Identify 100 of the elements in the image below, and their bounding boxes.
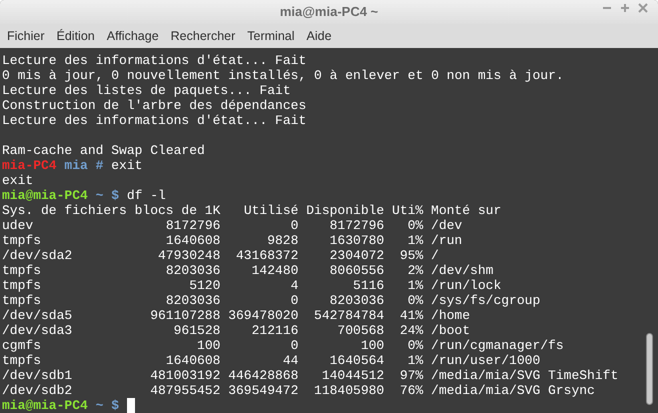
usage-cell: 2% <box>408 263 424 278</box>
available-cell: 8203036 <box>330 293 384 308</box>
filesystem-cell: /dev/sda3 <box>2 323 72 338</box>
blocks-cell: 8203036 <box>166 263 220 278</box>
available-cell: 100 <box>360 338 384 353</box>
available-cell: 542784784 <box>314 308 384 323</box>
blocks-cell: 487955452 <box>150 383 220 398</box>
usage-cell: 24% <box>400 323 424 338</box>
filesystem-cell: /dev/sdb1 <box>2 368 72 383</box>
menu-item[interactable]: Édition <box>50 24 101 48</box>
blocks-cell: 47930248 <box>158 248 220 263</box>
mount-cell: /run/cgmanager/fs <box>431 338 564 353</box>
filesystem-cell: /dev/sdb2 <box>2 383 72 398</box>
prompt-symbol: $ <box>111 398 120 413</box>
output-line: Lecture des informations d'état... Fait <box>2 113 306 128</box>
blocks-cell: 1640608 <box>166 233 220 248</box>
mount-cell: /sys/fs/cgroup <box>431 293 540 308</box>
menu-item[interactable]: Terminal <box>241 24 301 48</box>
menu-item[interactable]: Affichage <box>100 24 165 48</box>
usage-cell: 0% <box>408 338 424 353</box>
mount-cell: / <box>431 248 439 263</box>
usage-cell: 41% <box>400 308 424 323</box>
filesystem-cell: tmpfs <box>2 278 42 293</box>
usage-cell: 1% <box>408 353 424 368</box>
command-text: exit <box>111 158 142 173</box>
available-cell: 1640564 <box>330 353 384 368</box>
filesystem-cell: tmpfs <box>2 293 42 308</box>
scrollbar-thumb[interactable] <box>646 333 652 405</box>
blocks-cell: 481003192 <box>150 368 220 383</box>
filesystem-cell: /dev/sda5 <box>2 308 72 323</box>
used-cell: 0 <box>290 293 298 308</box>
mount-cell: /dev <box>431 218 462 233</box>
mount-cell: /boot <box>431 323 470 338</box>
mount-cell: /home <box>431 308 470 323</box>
available-cell: 700568 <box>337 323 384 338</box>
column-header: Disponible <box>306 203 384 218</box>
used-cell: 44 <box>282 353 298 368</box>
blocks-cell: 100 <box>197 338 220 353</box>
used-cell: 9828 <box>267 233 298 248</box>
used-cell: 4 <box>290 278 298 293</box>
usage-cell: 0% <box>408 293 424 308</box>
blocks-cell: 1640608 <box>166 353 220 368</box>
available-cell: 8172796 <box>330 218 384 233</box>
used-cell: 0 <box>290 218 298 233</box>
prompt-host: mia-PC4 <box>2 158 57 173</box>
maximize-icon[interactable] <box>620 3 630 13</box>
mount-cell: /run <box>431 233 462 248</box>
filesystem-cell: /dev/sda2 <box>2 248 72 263</box>
available-cell: 2304072 <box>330 248 384 263</box>
menu-item[interactable]: Aide <box>300 24 338 48</box>
prompt-symbol: # <box>96 158 104 173</box>
available-cell: 5116 <box>353 278 384 293</box>
prompt-host: mia@mia-PC4 <box>2 188 88 203</box>
menu-item[interactable]: Rechercher <box>164 24 242 48</box>
prompt-path: ~ <box>96 398 104 413</box>
output-line: 0 mis à jour, 0 nouvellement installés, 0 à enlever et 0 non mis à jour. <box>2 68 564 83</box>
usage-cell: 1% <box>408 233 424 248</box>
menu-item[interactable]: Fichier <box>1 24 51 48</box>
prompt-path: mia <box>64 158 88 173</box>
prompt-path: ~ <box>96 188 104 203</box>
filesystem-cell: tmpfs <box>2 353 42 368</box>
output-line: Ram-cache and Swap Cleared <box>2 143 205 158</box>
usage-cell: 0% <box>408 218 424 233</box>
prompt-symbol: $ <box>111 188 120 203</box>
usage-cell: 95% <box>400 248 424 263</box>
filesystem-cell: tmpfs <box>2 233 42 248</box>
window-title: mia@mia-PC4 ~ <box>280 3 378 22</box>
filesystem-cell: udev <box>2 218 34 233</box>
blocks-cell: 5120 <box>189 278 220 293</box>
mount-cell: /run/user/1000 <box>431 353 540 368</box>
usage-cell: 76% <box>400 383 424 398</box>
close-icon[interactable] <box>638 3 648 13</box>
column-header: Monté sur <box>431 203 502 218</box>
usage-cell: 1% <box>408 278 424 293</box>
blocks-cell: 8172796 <box>166 218 220 233</box>
used-cell: 369549472 <box>228 383 298 398</box>
mount-cell: /dev/shm <box>431 263 494 278</box>
used-cell: 0 <box>290 338 298 353</box>
output-line: Lecture des listes de paquets... Fait <box>2 83 291 98</box>
column-header: Utilisé <box>244 203 298 218</box>
blocks-cell: 961528 <box>174 323 220 338</box>
blocks-cell: 961107288 <box>150 308 220 323</box>
filesystem-cell: cgmfs <box>2 338 42 353</box>
blocks-cell: 8203036 <box>166 293 220 308</box>
mount-cell: /run/lock <box>431 278 502 293</box>
used-cell: 43168372 <box>236 248 298 263</box>
available-cell: 1630780 <box>330 233 384 248</box>
column-header: Uti% <box>392 203 424 218</box>
available-cell: 8060556 <box>330 263 384 278</box>
filesystem-cell: tmpfs <box>2 263 42 278</box>
available-cell: 14044512 <box>322 368 384 383</box>
used-cell: 212116 <box>252 323 298 338</box>
used-cell: 446428868 <box>228 368 298 383</box>
command-text: df -l <box>126 188 166 203</box>
prompt-host: mia@mia-PC4 <box>2 398 88 413</box>
output-line: exit <box>2 173 34 188</box>
column-header: Sys. de fichiers <box>2 203 127 218</box>
usage-cell: 97% <box>400 368 424 383</box>
mount-cell: /media/mia/SVG TimeShift <box>431 368 618 383</box>
used-cell: 369478020 <box>228 308 298 323</box>
